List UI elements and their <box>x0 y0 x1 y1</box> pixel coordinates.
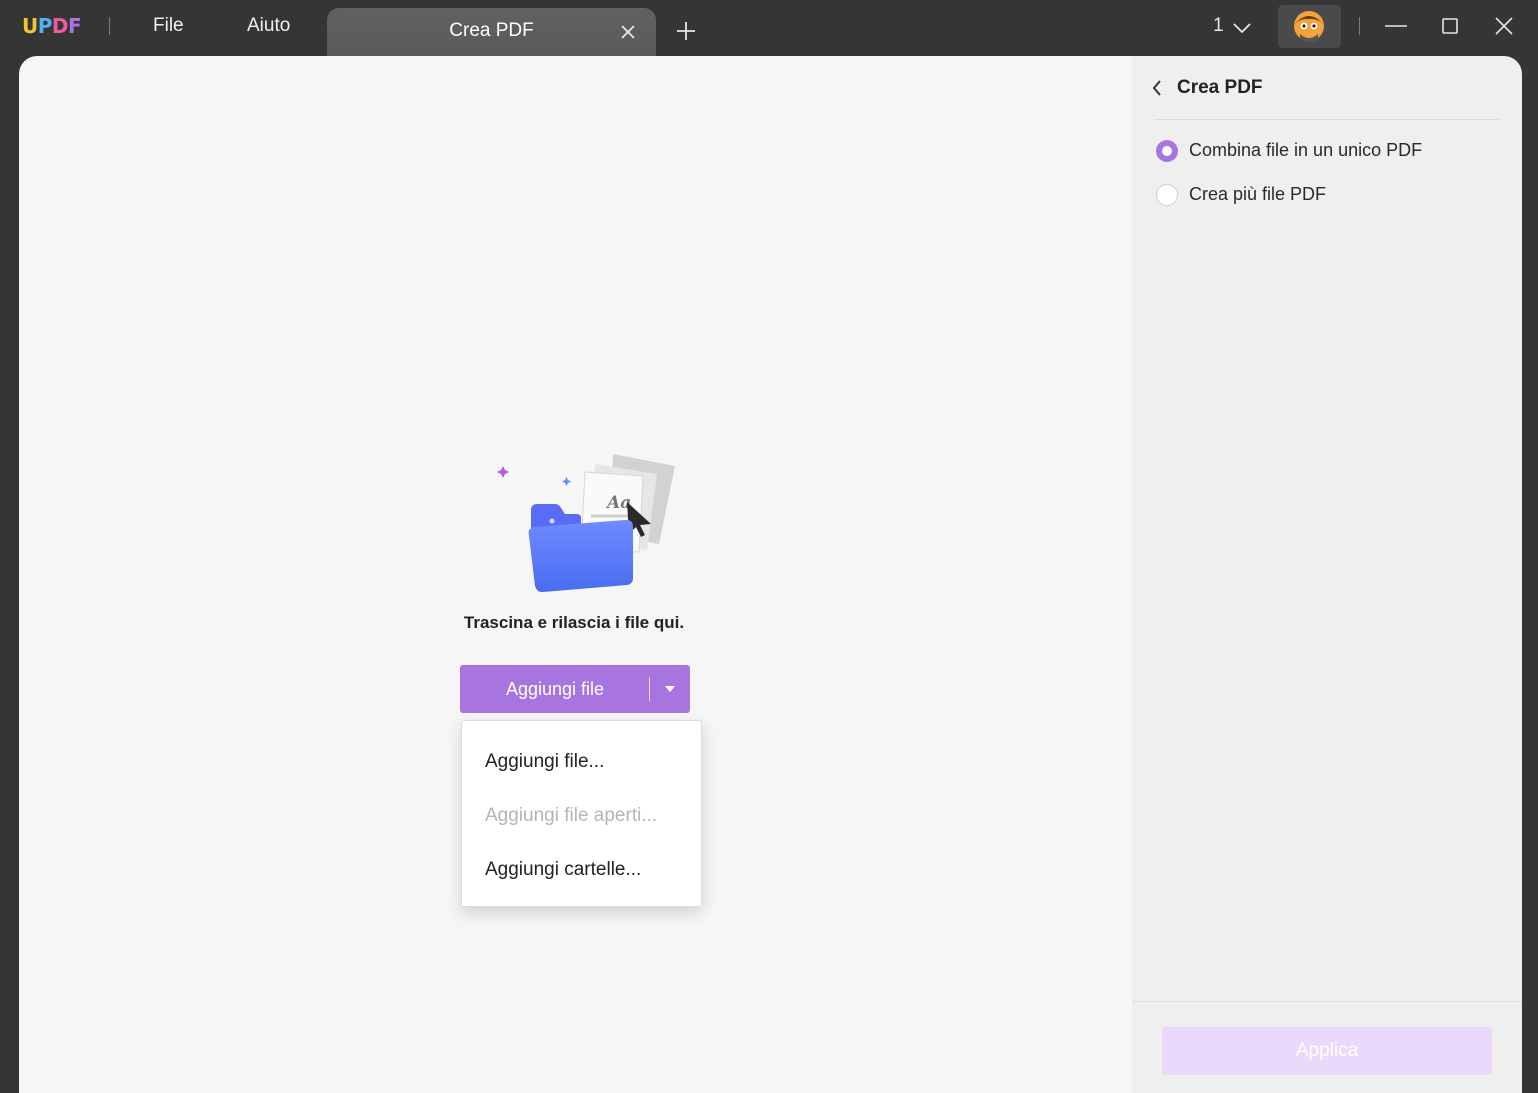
title-separator <box>1359 17 1360 35</box>
panel-title: Crea PDF <box>1177 77 1263 98</box>
close-window-icon[interactable] <box>1492 14 1516 38</box>
page-indicator[interactable]: 1 <box>1213 15 1224 37</box>
apply-button[interactable]: Applica <box>1162 1027 1492 1075</box>
updf-logo: UPDF <box>22 14 82 38</box>
logo-letter-p: P <box>37 14 53 38</box>
split-button-divider <box>649 677 650 701</box>
chevron-down-icon[interactable] <box>1232 18 1252 38</box>
add-file-button-label: Aggiungi file <box>505 679 605 699</box>
menu-file[interactable]: File <box>153 15 184 37</box>
back-arrow-icon[interactable] <box>1150 78 1164 98</box>
menu-item-add-folders[interactable]: Aggiungi cartelle... <box>485 859 641 881</box>
tab-title: Crea PDF <box>449 20 534 41</box>
panel-divider <box>1154 119 1499 120</box>
avatar[interactable] <box>1278 5 1341 48</box>
option-label: Combina file in un unico PDF <box>1189 140 1423 160</box>
new-tab-plus-icon[interactable] <box>674 19 698 43</box>
folder-documents-illustration: Aa <box>497 454 675 593</box>
add-file-button[interactable]: Aggiungi file <box>460 665 690 713</box>
drop-area[interactable]: Aa Trascina e rilascia i file qui. Aggiu… <box>19 56 1132 1093</box>
add-file-dropdown-menu: Aggiungi file... Aggiungi file aperti...… <box>461 720 702 907</box>
radio-unchecked[interactable] <box>1156 184 1178 206</box>
title-bar: UPDF File Aiuto Crea PDF 1 <box>0 0 1538 56</box>
footer-divider <box>1132 1001 1522 1002</box>
option-label: Crea più file PDF <box>1189 184 1327 204</box>
close-tab-icon[interactable] <box>618 22 638 42</box>
maximize-icon[interactable] <box>1438 14 1462 38</box>
caret-down-icon[interactable] <box>665 685 675 693</box>
avatar-image <box>1294 11 1324 42</box>
logo-letter-d: D <box>51 14 69 38</box>
logo-letter-u: U <box>22 14 38 38</box>
title-separator <box>109 17 110 35</box>
minimize-icon[interactable] <box>1384 14 1408 38</box>
menu-help[interactable]: Aiuto <box>247 15 290 37</box>
radio-checked[interactable] <box>1156 140 1178 162</box>
menu-item-add-open-files: Aggiungi file aperti... <box>485 805 658 826</box>
menu-item-add-files[interactable]: Aggiungi file... <box>485 751 604 773</box>
logo-letter-f: F <box>68 14 82 38</box>
create-pdf-panel: Crea PDF Combina file in un unico PDF Cr… <box>1132 56 1522 1093</box>
tab-crea-pdf[interactable]: Crea PDF <box>327 8 656 56</box>
drop-instruction: Trascina e rilascia i file qui. <box>463 613 685 632</box>
